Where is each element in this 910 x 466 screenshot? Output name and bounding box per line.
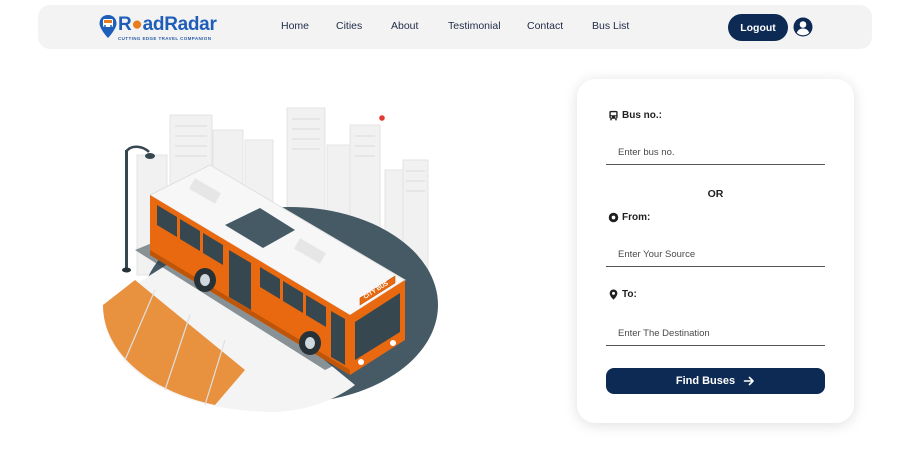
logo-tagline: CUTTING EDGE TRAVEL COMPANION	[118, 36, 212, 41]
user-account-icon[interactable]	[793, 17, 813, 37]
navbar: R●adRadar CUTTING EDGE TRAVEL COMPANION …	[38, 5, 872, 49]
bus-pin-logo-icon	[99, 15, 117, 38]
or-separator: OR	[707, 188, 724, 200]
bus-no-input[interactable]	[606, 140, 825, 165]
from-input[interactable]	[606, 242, 825, 267]
nav-contact[interactable]: Contact	[527, 20, 563, 32]
from-label: From:	[608, 212, 650, 223]
bus-icon	[609, 110, 618, 121]
to-label: To:	[608, 289, 637, 300]
logo-orange-o: ●	[131, 14, 143, 35]
bus-no-label: Bus no.:	[608, 110, 662, 121]
radio-dot-icon	[608, 212, 619, 223]
nav-home[interactable]: Home	[281, 20, 309, 32]
roadradar-logo[interactable]: R●adRadar CUTTING EDGE TRAVEL COMPANION	[98, 14, 218, 42]
find-buses-label: Find Buses	[675, 375, 736, 387]
bus-search-card: Bus no.: OR From: To: Find Buses	[577, 79, 854, 423]
arrow-right-icon	[743, 376, 754, 386]
nav-cities[interactable]: Cities	[336, 20, 362, 32]
find-buses-button[interactable]: Find Buses	[606, 368, 825, 394]
red-dot	[379, 115, 385, 121]
map-pin-icon	[609, 289, 618, 300]
to-input[interactable]	[606, 321, 825, 346]
nav-about[interactable]: About	[391, 20, 418, 32]
logout-button[interactable]: Logout	[728, 14, 788, 41]
nav-bus-list[interactable]: Bus List	[592, 20, 629, 32]
logo-wordmark: R●adRadar	[118, 14, 217, 35]
city-bus-illustration: CITY BUS	[103, 107, 438, 412]
nav-testimonial[interactable]: Testimonial	[448, 20, 501, 32]
